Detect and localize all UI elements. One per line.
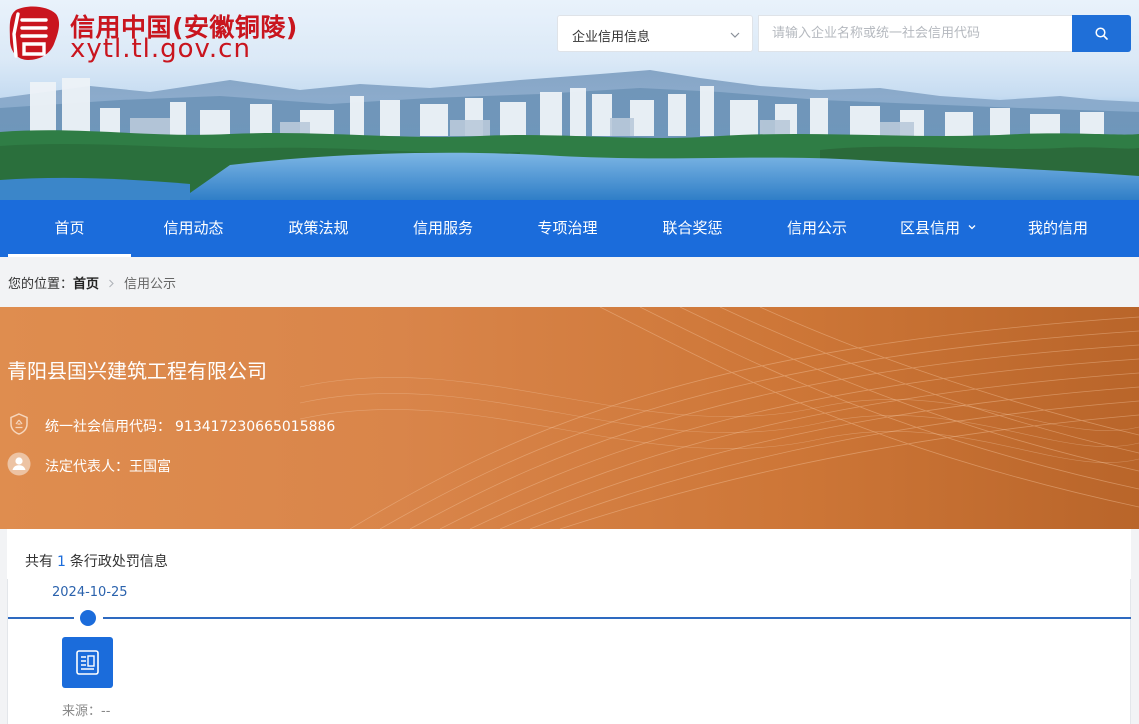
nav-item-special-governance[interactable]: 专项治理: [505, 200, 630, 257]
company-name: 青阳县国兴建筑工程有限公司: [7, 359, 267, 383]
timeline-dot: [80, 610, 96, 626]
penalty-records-panel: 共有 1 条行政处罚信息 2024-10-25 来源：--: [7, 529, 1131, 724]
nav-item-home[interactable]: 首页: [0, 200, 131, 257]
breadcrumb-current: 信用公示: [124, 277, 177, 292]
user-icon: [7, 452, 31, 476]
penalty-record-card[interactable]: [62, 637, 113, 688]
search-icon: [1095, 27, 1108, 40]
breadcrumb-prefix: 您的位置：: [8, 277, 74, 292]
nav-item-policies[interactable]: 政策法规: [256, 200, 381, 257]
document-icon: [76, 650, 99, 675]
panel-divider-right: [1130, 579, 1131, 724]
credit-seal-icon: [9, 6, 60, 60]
record-count-suffix: 条行政处罚信息: [69, 554, 168, 570]
main-nav: 首页 信用动态 政策法规 信用服务 专项治理 联合奖惩 信用公示 区县信用 我的…: [0, 200, 1139, 257]
header-banner: 信用中国(安徽铜陵) xytl.tl.gov.cn 企业信用信息: [0, 0, 1139, 200]
breadcrumb-home-link[interactable]: 首页: [73, 277, 99, 292]
nav-item-credit-news[interactable]: 信用动态: [131, 200, 256, 257]
record-source-value: --: [101, 704, 111, 719]
nav-item-credit-services[interactable]: 信用服务: [381, 200, 505, 257]
timeline-line: [103, 617, 1131, 619]
record-source-label: 来源：: [62, 704, 102, 719]
search-category-value: 企业信用信息: [572, 30, 651, 45]
breadcrumb: 您的位置：首页 信用公示: [8, 273, 176, 292]
timeline-line: [8, 617, 74, 619]
enterprise-shield-icon: [10, 413, 28, 435]
search-input[interactable]: [758, 15, 1072, 52]
record-count: 共有 1 条行政处罚信息: [25, 551, 168, 571]
nav-item-my-credit[interactable]: 我的信用: [997, 200, 1119, 257]
search-category-select[interactable]: 企业信用信息: [557, 15, 753, 52]
chevron-down-icon: [730, 32, 740, 38]
legal-rep-label: 法定代表人：: [45, 459, 129, 475]
site-domain: xytl.tl.gov.cn: [70, 34, 251, 64]
credit-code-value: 913417230665015886: [175, 419, 336, 435]
nav-item-county-credit-label: 区县信用: [899, 219, 960, 237]
record-count-prefix: 共有: [25, 554, 53, 570]
nav-item-joint-rewards-punishments[interactable]: 联合奖惩: [630, 200, 755, 257]
credit-code-label: 统一社会信用代码：: [45, 419, 171, 435]
nav-item-county-credit[interactable]: 区县信用: [879, 200, 997, 257]
nav-item-credit-publicity[interactable]: 信用公示: [755, 200, 879, 257]
site-logo[interactable]: 信用中国(安徽铜陵) xytl.tl.gov.cn: [6, 4, 336, 66]
legal-rep-value: 王国富: [129, 459, 171, 475]
search-button[interactable]: [1072, 15, 1131, 52]
chevron-right-icon: [109, 279, 114, 288]
record-count-number: 1: [57, 554, 66, 570]
record-source: 来源：--: [62, 700, 110, 719]
chevron-down-icon: [968, 225, 976, 230]
panel-divider-left: [7, 579, 8, 724]
company-header: 青阳县国兴建筑工程有限公司 统一社会信用代码： 91341723066501588…: [0, 307, 1139, 529]
timeline-date: 2024-10-25: [52, 585, 128, 600]
